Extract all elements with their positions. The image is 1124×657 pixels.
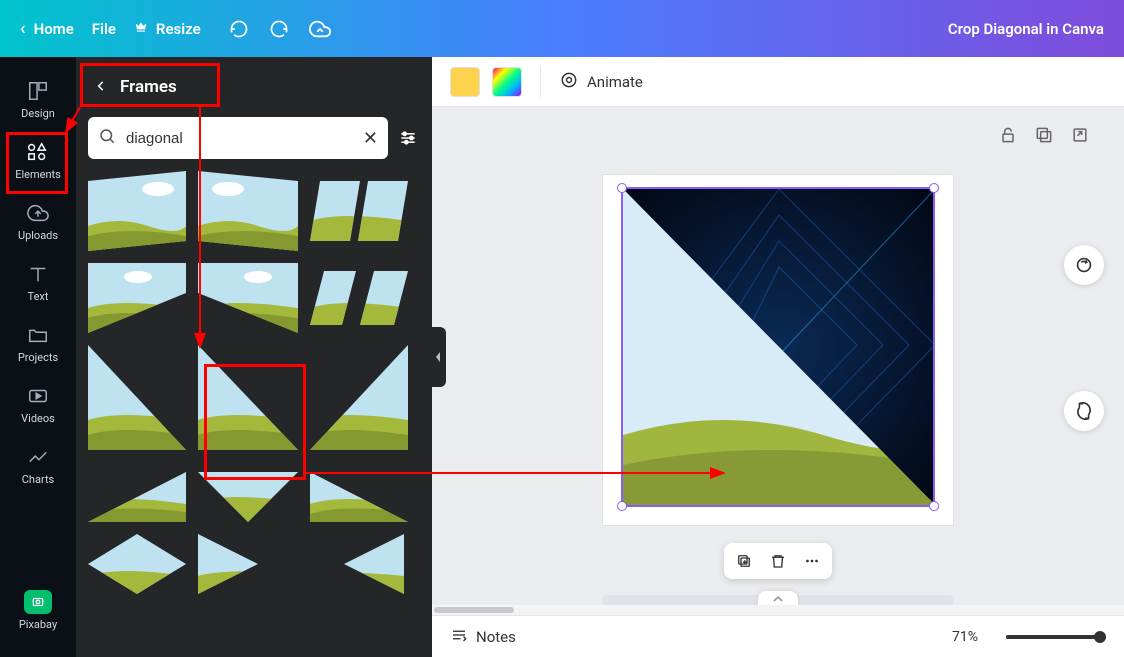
frame-result-item[interactable] [88,534,186,594]
notes-button[interactable]: Notes [450,626,516,648]
duplicate-page-button[interactable] [1034,125,1056,147]
animate-icon [559,70,579,94]
filter-button[interactable] [396,117,420,159]
delete-element-button[interactable] [768,551,788,571]
crown-icon [134,20,148,38]
design-icon [24,79,52,103]
projects-icon [24,323,52,347]
frame-result-item[interactable] [88,263,186,333]
lock-button[interactable] [998,125,1020,147]
resize-label: Resize [156,20,201,38]
selection-handle-top-left[interactable] [617,183,627,193]
sidebar-item-design[interactable]: Design [0,73,76,126]
more-options-button[interactable] [802,551,822,571]
flip-order-button[interactable] [1064,391,1104,431]
redo-button[interactable] [269,19,289,39]
frame-result-item[interactable] [310,171,408,251]
context-toolbar [724,543,832,579]
frame-result-item[interactable] [310,263,408,333]
zoom-percentage[interactable]: 71% [952,629,978,645]
panel-title: Frames [120,77,177,97]
view-fit-button[interactable] [1064,245,1104,285]
sidebar-item-charts[interactable]: Charts [0,439,76,492]
frame-result-item[interactable] [198,345,298,450]
sidebar-item-videos[interactable]: Videos [0,378,76,431]
search-icon [98,127,116,149]
pixabay-icon [24,590,52,614]
frame-result-item[interactable] [88,345,186,450]
notes-icon [450,626,468,648]
animate-button[interactable]: Animate [559,70,643,94]
canvas-scrollbar-horizontal[interactable] [432,605,1124,615]
frame-result-item[interactable] [198,171,298,251]
canvas-page[interactable] [603,175,953,525]
frame-result-item[interactable] [88,171,186,251]
frame-result-item[interactable] [310,462,408,522]
page-title[interactable]: Crop Diagonal in Canva [948,20,1104,38]
resize-menu[interactable]: Resize [134,20,201,38]
videos-icon [24,384,52,408]
sidebar-item-pixabay[interactable]: Pixabay [0,584,76,637]
sidebar-item-text[interactable]: Text [0,256,76,309]
home-label: Home [34,20,74,38]
frame-result-item[interactable] [198,462,298,522]
color-picker-gradient[interactable] [492,67,522,97]
selection-handle-bottom-left[interactable] [617,501,627,511]
elements-icon [24,140,52,164]
search-input-wrapper[interactable]: ✕ [88,117,388,159]
undo-button[interactable] [229,19,249,39]
frame-result-item[interactable] [310,345,408,450]
toolbar-separator [540,67,541,97]
selection-box[interactable] [621,187,935,507]
uploads-icon [24,201,52,225]
frame-result-item[interactable] [88,462,186,522]
file-menu[interactable]: File [92,20,116,38]
notes-label: Notes [476,628,516,646]
selection-handle-top-right[interactable] [929,183,939,193]
zoom-slider[interactable] [1006,635,1106,639]
chevron-left-icon: ‹ [20,18,26,39]
selection-handle-bottom-right[interactable] [929,501,939,511]
color-picker-solid[interactable] [450,67,480,97]
clear-search-button[interactable]: ✕ [363,128,378,149]
animate-label: Animate [587,73,643,91]
cloud-sync-icon[interactable] [309,18,331,40]
home-button[interactable]: ‹ Home [20,18,74,39]
search-input[interactable] [126,130,353,147]
sidebar-item-projects[interactable]: Projects [0,317,76,370]
sidebar-item-uploads[interactable]: Uploads [0,195,76,248]
text-icon [24,262,52,286]
frame-result-item[interactable] [198,263,298,333]
file-label: File [92,20,116,38]
duplicate-element-button[interactable] [734,551,754,571]
sidebar-item-elements[interactable]: Elements [0,134,76,187]
charts-icon [24,445,52,469]
share-page-button[interactable] [1070,125,1092,147]
frame-result-item[interactable] [198,534,404,594]
panel-back-button[interactable] [94,78,108,97]
